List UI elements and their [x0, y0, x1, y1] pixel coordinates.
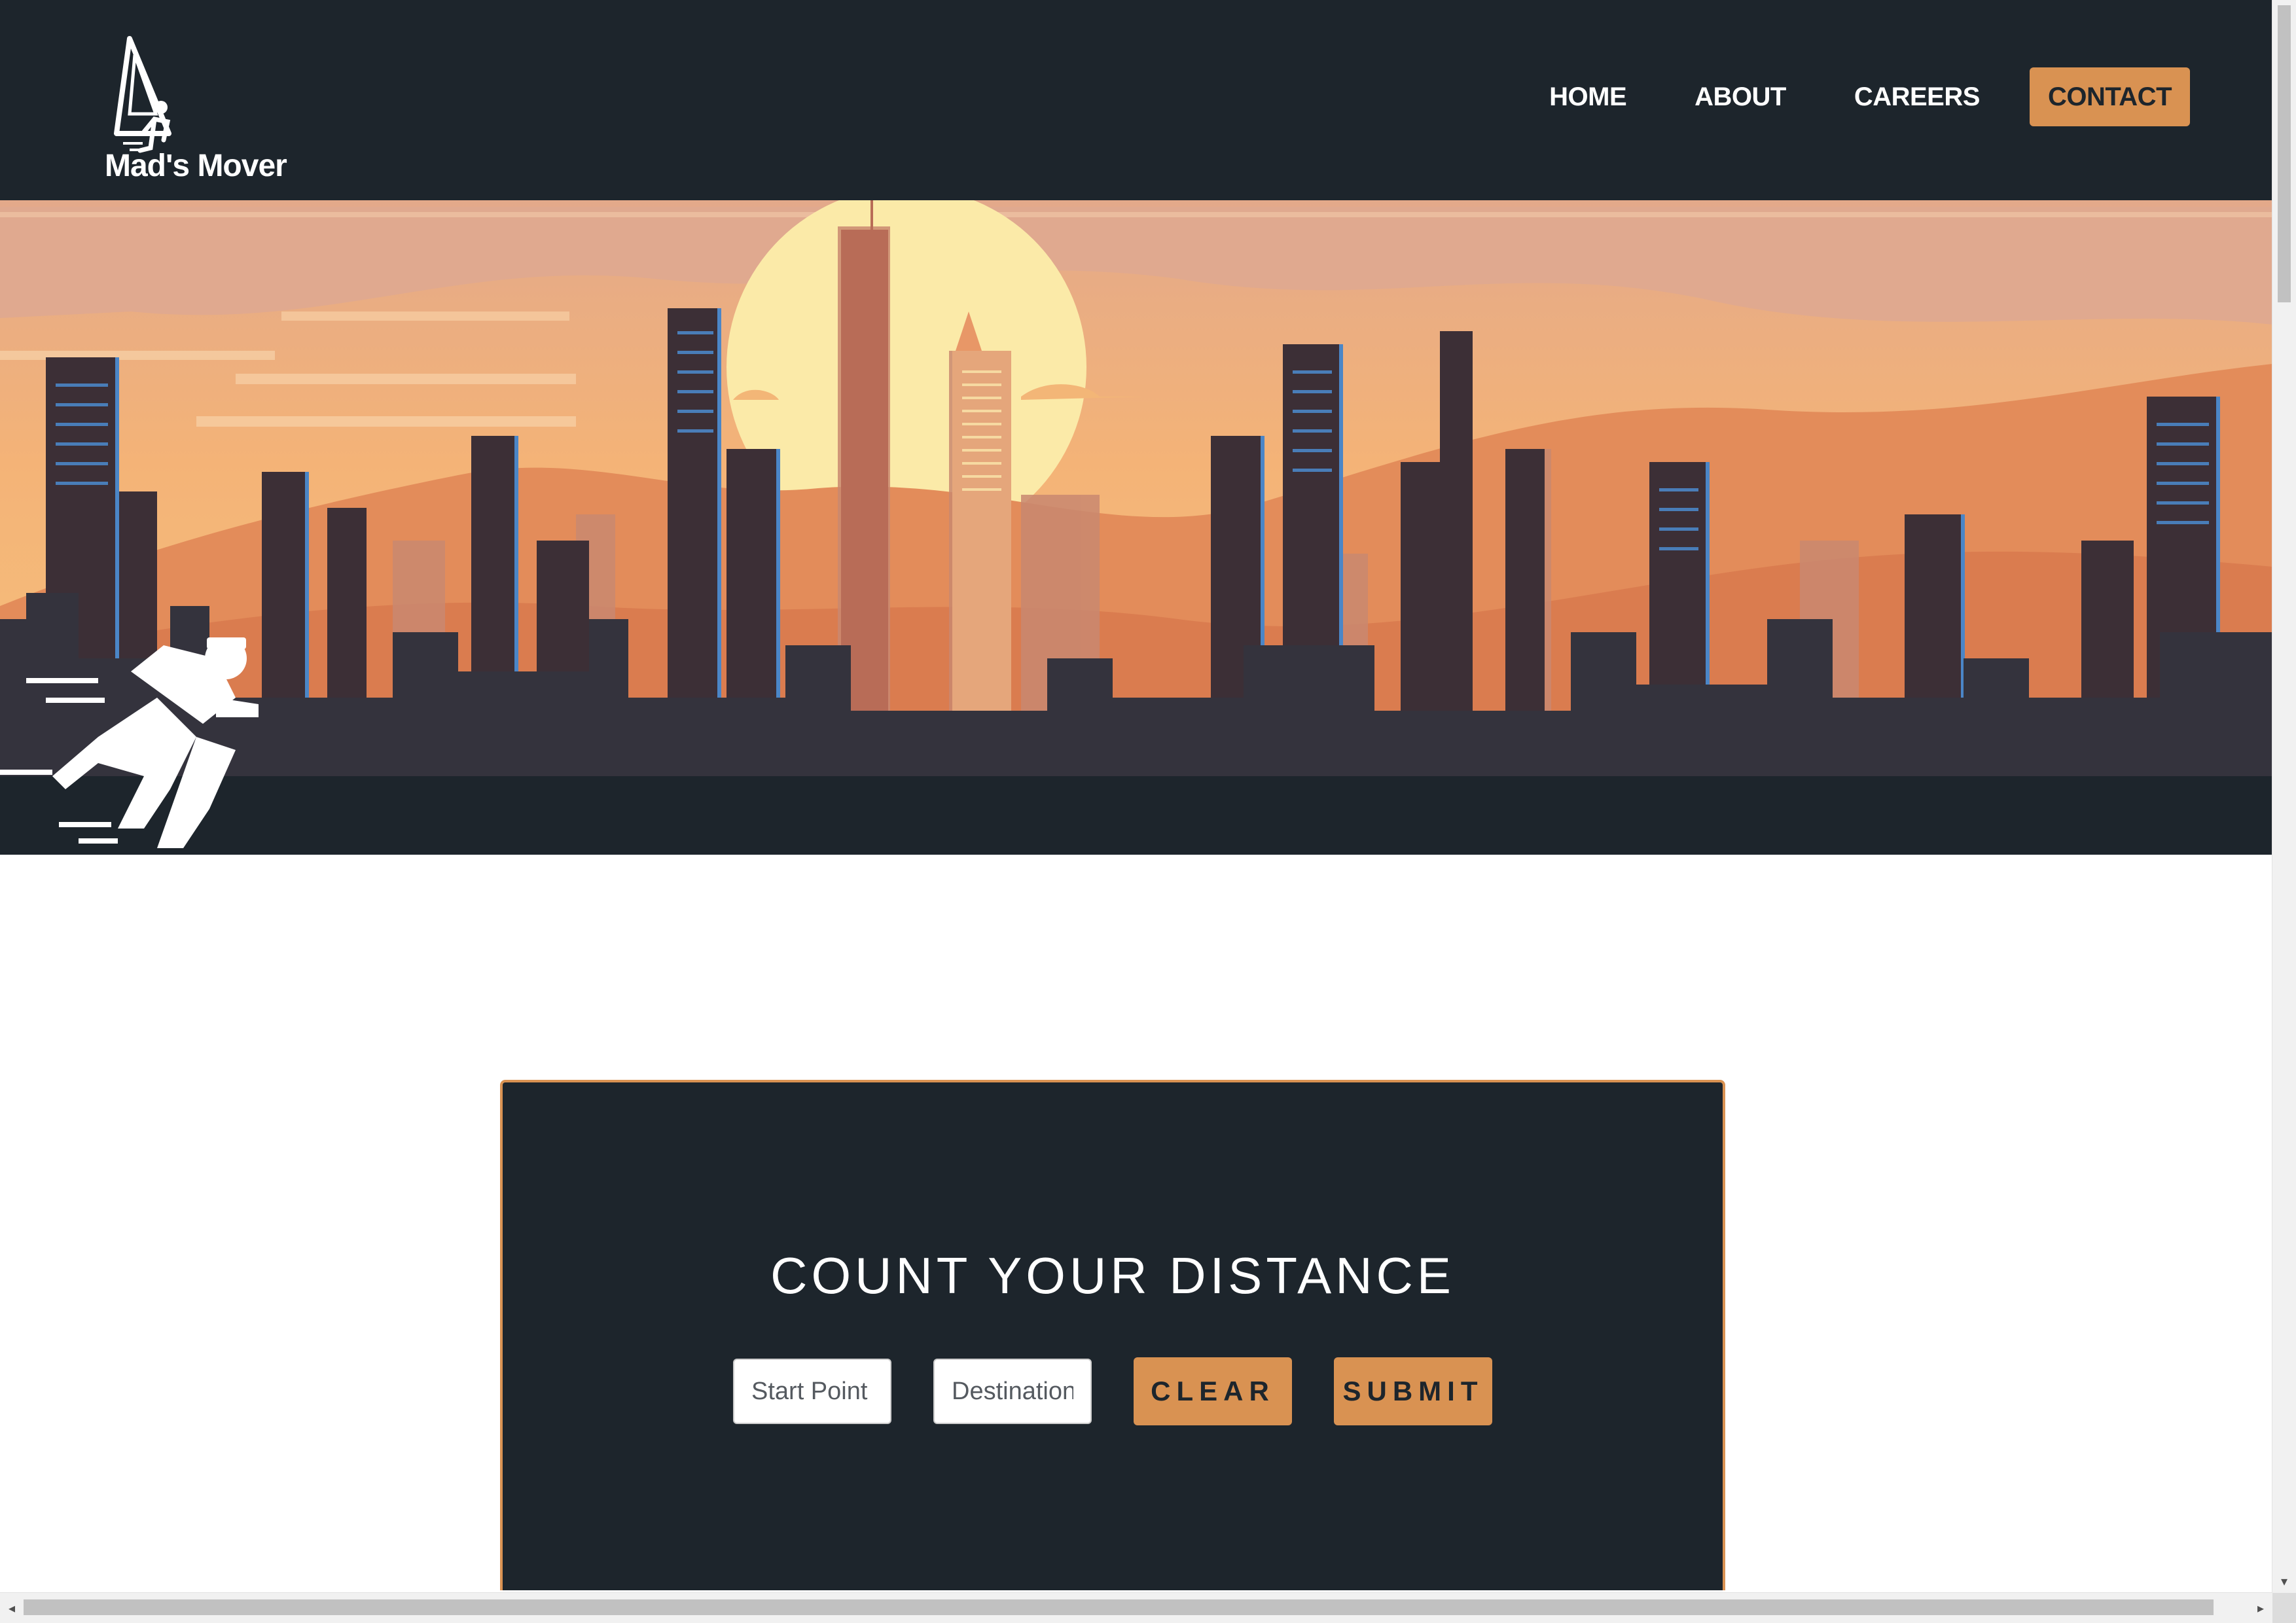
clear-button[interactable]: CLEAR	[1134, 1357, 1292, 1425]
distance-calculator-card: COUNT YOUR DISTANCE CLEAR SUBMIT	[500, 1080, 1725, 1590]
main-nav: HOME ABOUT CAREERS CONTACT	[1515, 67, 2190, 126]
nav-about[interactable]: ABOUT	[1660, 67, 1820, 126]
brand-name: Mad's Mover	[105, 149, 287, 183]
distance-form: CLEAR SUBMIT	[503, 1357, 1723, 1425]
sunset-city-skyline-illustration	[0, 200, 2272, 855]
hero-banner	[0, 200, 2272, 855]
destination-input[interactable]	[933, 1359, 1092, 1424]
start-point-input[interactable]	[733, 1359, 891, 1424]
brand-logo[interactable]: Mad's Mover	[103, 35, 287, 192]
distance-form-title: COUNT YOUR DISTANCE	[770, 1247, 1455, 1304]
nav-home[interactable]: HOME	[1515, 67, 1660, 126]
horizontal-scrollbar-thumb[interactable]	[24, 1599, 2214, 1615]
vertical-scrollbar-thumb[interactable]	[2278, 5, 2291, 302]
site-header: Mad's Mover HOME ABOUT CAREERS CONTACT	[0, 0, 2272, 200]
scroll-left-arrow-icon[interactable]: ◂	[0, 1593, 24, 1623]
scroll-down-arrow-icon[interactable]: ▾	[2272, 1569, 2296, 1593]
nav-careers[interactable]: CAREERS	[1820, 67, 2014, 126]
running-mover-logo-icon	[114, 36, 171, 153]
vertical-scrollbar[interactable]: ▾	[2272, 0, 2296, 1593]
submit-button[interactable]: SUBMIT	[1334, 1357, 1492, 1425]
nav-contact-button[interactable]: CONTACT	[2029, 67, 2190, 126]
scroll-right-arrow-icon[interactable]: ▸	[2249, 1593, 2272, 1623]
page: Mad's Mover HOME ABOUT CAREERS CONTACT C…	[0, 0, 2296, 1623]
scrollbar-corner	[2272, 1593, 2296, 1623]
horizontal-scrollbar[interactable]: ◂ ▸	[0, 1592, 2272, 1623]
